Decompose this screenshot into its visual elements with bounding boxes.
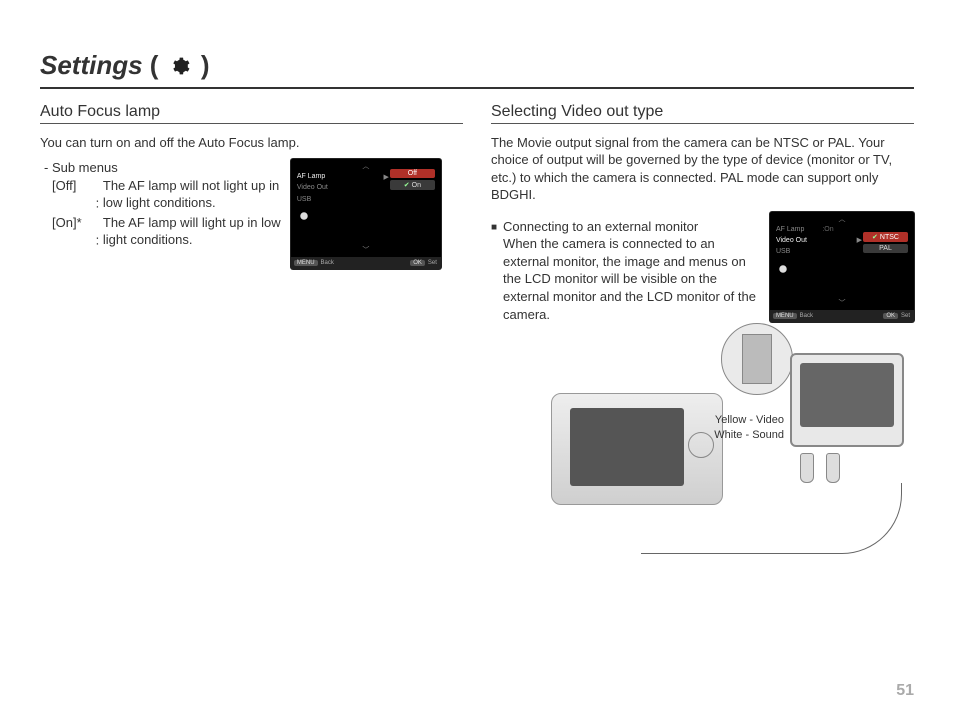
gear-icon <box>170 52 190 83</box>
lcd-menu-item: AF Lamp :On <box>776 224 834 235</box>
chevron-down-icon: ﹀ <box>362 245 369 255</box>
chevron-up-icon: ︿ <box>362 161 369 171</box>
camera-lcd-video-out: ︿ AF Lamp :On Video Out USB ▶ ✔NTSC PAL ﹀… <box>770 212 914 322</box>
left-column: Auto Focus lamp You can turn on and off … <box>40 103 463 583</box>
lcd-menu-label: AF Lamp <box>776 226 804 233</box>
plug-audio-icon <box>826 453 840 483</box>
square-bullet-icon: ■ <box>491 221 497 323</box>
back-label: Back <box>321 260 334 266</box>
triangle-right-icon: ▶ <box>857 236 862 244</box>
back-label: Back <box>800 313 813 319</box>
bullet-body: When the camera is connected to an exter… <box>503 236 756 321</box>
zoom-circle-icon <box>721 323 793 395</box>
page-title-row: Settings ( ) <box>40 50 914 89</box>
right-heading: Selecting Video out type <box>491 103 914 124</box>
tv-illustration <box>790 353 904 447</box>
bullet-title: Connecting to an external monitor <box>503 219 698 234</box>
lcd-menu-list: AF Lamp :On Video Out USB <box>776 224 834 258</box>
submenu-item: [Off] : The AF lamp will not light up in… <box>44 177 283 212</box>
submenu-block: - Sub menus [Off] : The AF lamp will not… <box>44 159 283 251</box>
submenu-sep: : <box>96 195 100 210</box>
right-column: Selecting Video out type The Movie outpu… <box>491 103 914 583</box>
lcd-options: ✔NTSC PAL <box>863 232 908 255</box>
check-icon: ✔ <box>404 182 410 189</box>
bullet-paragraph: ■ Connecting to an external monitor When… <box>491 218 760 323</box>
set-label: Set <box>428 260 437 266</box>
sound-cable-label: White - Sound <box>714 428 784 443</box>
lcd-menu-value: :On <box>822 226 833 233</box>
av-plugs-icon <box>796 453 856 493</box>
triangle-right-icon: ▶ <box>383 173 388 181</box>
menu-pill: MENU <box>294 260 318 266</box>
lcd-option: PAL <box>863 244 908 253</box>
submenu-desc: The AF lamp will light up in low light c… <box>103 214 283 249</box>
title-text: Settings <box>40 50 143 80</box>
columns: Auto Focus lamp You can turn on and off … <box>40 103 914 583</box>
page-number: 51 <box>896 682 914 700</box>
set-label: Set <box>901 313 910 319</box>
cable-line <box>641 483 902 554</box>
lcd-options: Off ✔On <box>390 169 435 192</box>
lcd-bottom-bar: MENU Back OK Set <box>291 257 441 269</box>
cable-labels: Yellow - Video White - Sound <box>714 413 784 444</box>
bullet-text: Connecting to an external monitor When t… <box>503 218 760 323</box>
lcd-menu-item: Video Out <box>297 182 328 193</box>
connection-illustration: Yellow - Video White - Sound <box>491 333 914 583</box>
lcd-option-label: PAL <box>879 245 892 252</box>
gear-icon <box>299 211 309 223</box>
lcd-option-label: Off <box>408 170 417 177</box>
page-title: Settings ( ) <box>40 50 210 83</box>
lcd-menu-item: AF Lamp <box>297 171 328 182</box>
camera-screen <box>570 408 684 486</box>
left-intro: You can turn on and off the Auto Focus l… <box>40 134 463 152</box>
lcd-menu-item: USB <box>776 246 834 257</box>
chevron-down-icon: ﹀ <box>838 298 845 308</box>
camera-lcd-af-lamp: ︿ AF Lamp Video Out USB ▶ Off ✔On ﹀ MENU <box>291 159 441 269</box>
submenu-label: - Sub menus <box>44 159 283 177</box>
submenu-key: [On]* <box>52 214 92 232</box>
lcd-option: Off <box>390 169 435 178</box>
chevron-up-icon: ︿ <box>838 214 845 224</box>
menu-pill: MENU <box>773 313 797 319</box>
manual-page: Settings ( ) Auto Focus lamp You can tur… <box>0 0 954 720</box>
paren-open: ( <box>143 50 166 80</box>
lcd-option-label: On <box>412 182 421 189</box>
left-heading: Auto Focus lamp <box>40 103 463 124</box>
ok-pill: OK <box>883 313 898 319</box>
right-content-row: ■ Connecting to an external monitor When… <box>491 212 914 323</box>
lcd-option: ✔On <box>390 180 435 190</box>
video-cable-label: Yellow - Video <box>714 413 784 428</box>
right-intro: The Movie output signal from the camera … <box>491 134 914 204</box>
lcd-menu-list: AF Lamp Video Out USB <box>297 171 328 205</box>
lcd-option-label: NTSC <box>880 234 899 241</box>
camera-dpad-icon <box>688 432 714 458</box>
submenu-key: [Off] <box>52 177 92 195</box>
lcd-menu-item: USB <box>297 194 328 205</box>
check-icon: ✔ <box>872 234 878 241</box>
paren-close: ) <box>194 50 210 80</box>
submenu-item: [On]* : The AF lamp will light up in low… <box>44 214 283 249</box>
gear-icon <box>778 264 788 276</box>
left-content-row: - Sub menus [Off] : The AF lamp will not… <box>40 159 463 269</box>
ok-pill: OK <box>410 260 425 266</box>
submenu-desc: The AF lamp will not light up in low lig… <box>103 177 283 212</box>
lcd-menu-item: Video Out <box>776 235 834 246</box>
lcd-bottom-bar: MENU Back OK Set <box>770 310 914 322</box>
submenu-sep: : <box>96 232 100 247</box>
tv-screen <box>800 363 894 427</box>
lcd-option: ✔NTSC <box>863 232 908 242</box>
plug-video-icon <box>800 453 814 483</box>
